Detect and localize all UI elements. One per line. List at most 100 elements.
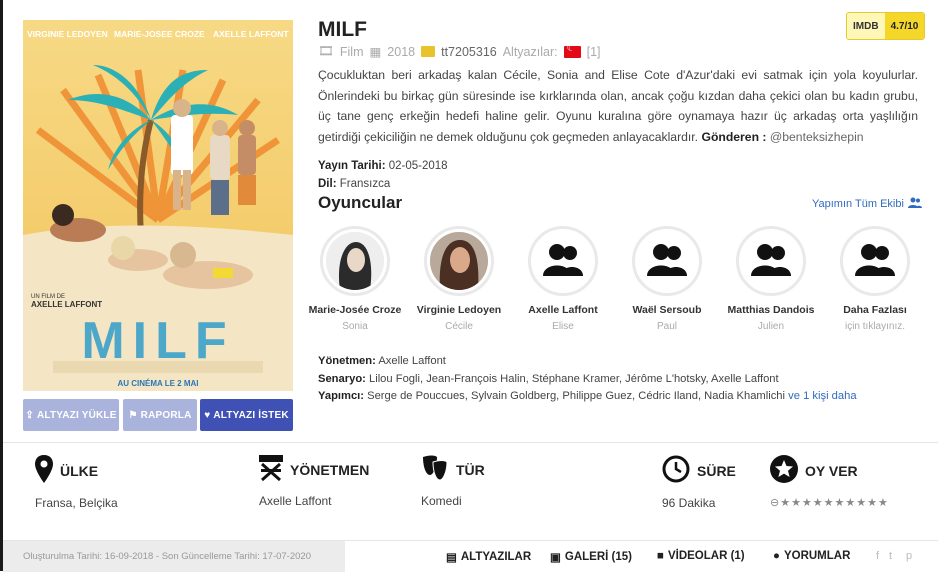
country-value: Fransa, Belçika [35,496,118,510]
movie-meta-row: 🎞 Film ▦ 2018 tt7205316 Altyazılar: [1] [318,43,601,60]
subtitles-label: Altyazılar: [502,44,558,59]
tab-videos-label: VİDEOLAR (1) [667,550,745,562]
cast-name: Daha Fazlası [843,304,907,316]
vote-stat: OY VER ⊖★★★★★★★★★★ [770,455,889,509]
release-date-row: Yayın Tarihi: 02-05-2018 [318,160,448,172]
cast-member[interactable]: Matthias Dandois Julien [721,226,821,332]
rating-stars[interactable]: ★★★★★★★★★★ [780,497,889,509]
cast-role: Paul [656,321,677,332]
cast-role: Cécile [445,321,473,332]
image-icon: ▣ [550,552,561,564]
cast-more-button[interactable]: Daha Fazlası için tıklayınız. [825,226,925,332]
comment-icon: ● [773,550,780,562]
release-date-label: Yayın Tarihi: [318,160,386,172]
video-camera-icon: ■ [657,550,664,562]
producers-row: Yapımcı: Serge de Pouccues, Sylvain Gold… [318,390,857,402]
sender-name[interactable]: @benteksizhepin [770,130,864,144]
full-crew-label: Yapımın Tüm Ekibi [812,198,904,210]
document-icon: ▤ [446,552,457,564]
imdb-label: IMDB [847,13,885,39]
tab-comments-label: YORUMLAR [783,550,851,562]
twitter-icon[interactable]: t [889,550,892,562]
director-stat-label: YÖNETMEN [290,461,370,478]
calendar-icon: ▦ [369,45,382,59]
country-label: ÜLKE [60,462,99,479]
vote-label: OY VER [805,462,858,479]
tab-comments[interactable]: ● YORUMLAR [773,550,850,562]
vote-clear-icon[interactable]: ⊖ [770,497,780,509]
users-icon [543,242,583,281]
star-circle-icon [770,455,798,486]
cast-photo [320,226,390,296]
cast-photo-placeholder [528,226,598,296]
heart-icon: ♥ [204,409,211,421]
director-label: Yönetmen: [318,355,376,367]
left-edge-bar [0,0,3,571]
theater-masks-icon [421,455,449,484]
cast-photo [424,226,494,296]
producers-value[interactable]: Serge de Pouccues, Sylvain Goldberg, Phi… [367,390,785,402]
cast-name: Marie-Josée Croze [308,304,402,316]
cast-role: Elise [552,321,574,332]
cast-member[interactable]: Waël Sersoub Paul [617,226,717,332]
director-chair-icon [259,455,283,484]
request-subtitle-button[interactable]: ♥ ALTYAZI İSTEK [200,399,293,431]
cast-name: Matthias Dandois [727,304,815,316]
director-value[interactable]: Axelle Laffont [378,355,446,367]
director-stat-value[interactable]: Axelle Laffont [259,494,369,508]
cast-member[interactable]: Axelle Laffont Elise [513,226,613,332]
footer-bar: Oluşturulma Tarihi: 16-09-2018 - Son Gün… [3,540,938,572]
report-button[interactable]: ⚑ RAPORLA [123,399,197,431]
poster-cast-1: VIRGINIE LEDOYEN [27,29,108,39]
movie-poster[interactable]: VIRGINIE LEDOYEN MARIE-JOSEE CROZE AXELL… [23,20,293,391]
upload-subtitle-button[interactable]: ⇪ ALTYAZI YÜKLE [23,399,119,431]
duration-stat: SÜRE 96 Dakika [662,455,736,510]
cast-member[interactable]: Marie-Josée Croze Sonia [305,226,405,332]
users-icon [751,242,791,281]
release-date-value: 02-05-2018 [388,160,448,172]
upload-subtitle-label: ALTYAZI YÜKLE [36,409,117,421]
vote-stars[interactable]: ⊖★★★★★★★★★★ [770,496,889,509]
imdb-id-link[interactable]: tt7205316 [441,45,497,59]
tab-gallery[interactable]: ▣ GALERİ (15) [550,550,632,564]
producers-label: Yapımcı: [318,390,365,402]
users-icon [647,242,687,281]
report-label: RAPORLA [140,409,192,421]
subtitles-count: [1] [586,44,601,59]
movie-year: 2018 [387,44,416,59]
facebook-icon[interactable]: f [876,550,879,562]
language-label: Dil: [318,178,337,190]
turkish-flag-icon [563,43,581,58]
movie-summary: Çocukluktan beri arkadaş kalan Cécile, S… [318,65,918,147]
cast-role: Julien [757,321,785,332]
cast-photo-placeholder [632,226,702,296]
tab-videos[interactable]: ■ VİDEOLAR (1) [657,550,745,562]
dates-info: Oluşturulma Tarihi: 16-09-2018 - Son Gün… [3,541,345,572]
imdb-icon [421,46,436,57]
poster-cast-2: MARIE-JOSEE CROZE [114,29,205,39]
director-stat: YÖNETMEN Axelle Laffont [259,455,369,508]
cast-photo-placeholder [736,226,806,296]
tab-subtitles[interactable]: ▤ ALTYAZILAR [446,550,531,564]
genre-label: TÜR [456,461,485,478]
director-row: Yönetmen: Axelle Laffont [318,355,446,367]
full-crew-link[interactable]: Yapımın Tüm Ekibi [812,197,922,211]
upload-icon: ⇪ [25,409,34,421]
genre-value[interactable]: Komedi [421,494,485,508]
producers-more-link[interactable]: ve 1 kişi daha [788,390,856,402]
writers-value[interactable]: Lilou Fogli, Jean-François Halin, Stépha… [369,373,779,385]
sender-label: Gönderen : [701,129,767,144]
cast-member[interactable]: Virginie Ledoyen Cécile [409,226,509,332]
tab-subtitles-label: ALTYAZILAR [460,551,532,563]
imdb-rating-badge[interactable]: IMDB 4.7/10 [846,12,926,40]
language-row: Dil: Fransızca [318,178,390,190]
movie-title: MILF [318,18,367,41]
cast-photo-placeholder [840,226,910,296]
users-icon [855,242,895,281]
users-icon [907,197,922,211]
cast-role: Sonia [342,321,368,332]
poster-director: AXELLE LAFFONT [31,300,102,309]
map-marker-icon [35,455,53,486]
pinterest-icon[interactable]: p [906,550,912,562]
genre-stat: TÜR Komedi [421,455,485,508]
